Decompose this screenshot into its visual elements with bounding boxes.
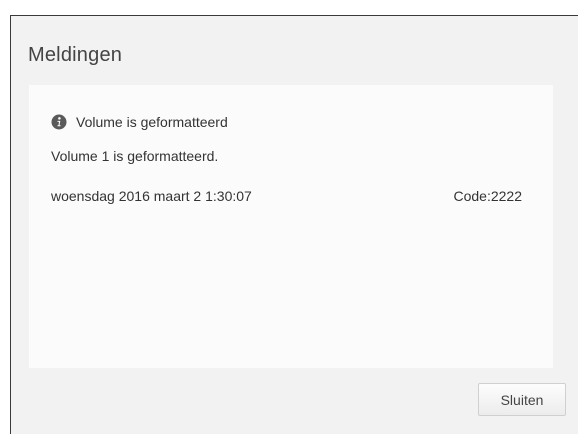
notifications-dialog: Meldingen Volume is geformatteerd Volume… [10,15,578,434]
close-button[interactable]: Sluiten [478,383,566,416]
dialog-title: Meldingen [28,44,123,66]
alert-code: Code:2222 [453,188,522,204]
alert-title: Volume is geformatteerd [76,114,228,130]
alert-message: Volume 1 is geformatteerd. [51,148,219,164]
screen: Meldingen Volume is geformatteerd Volume… [0,0,578,434]
notification-panel: Volume is geformatteerd Volume 1 is gefo… [29,85,553,368]
alert-header: Volume is geformatteerd [51,113,228,131]
alert-datetime: woensdag 2016 maart 2 1:30:07 [51,188,252,204]
info-icon [51,114,67,130]
